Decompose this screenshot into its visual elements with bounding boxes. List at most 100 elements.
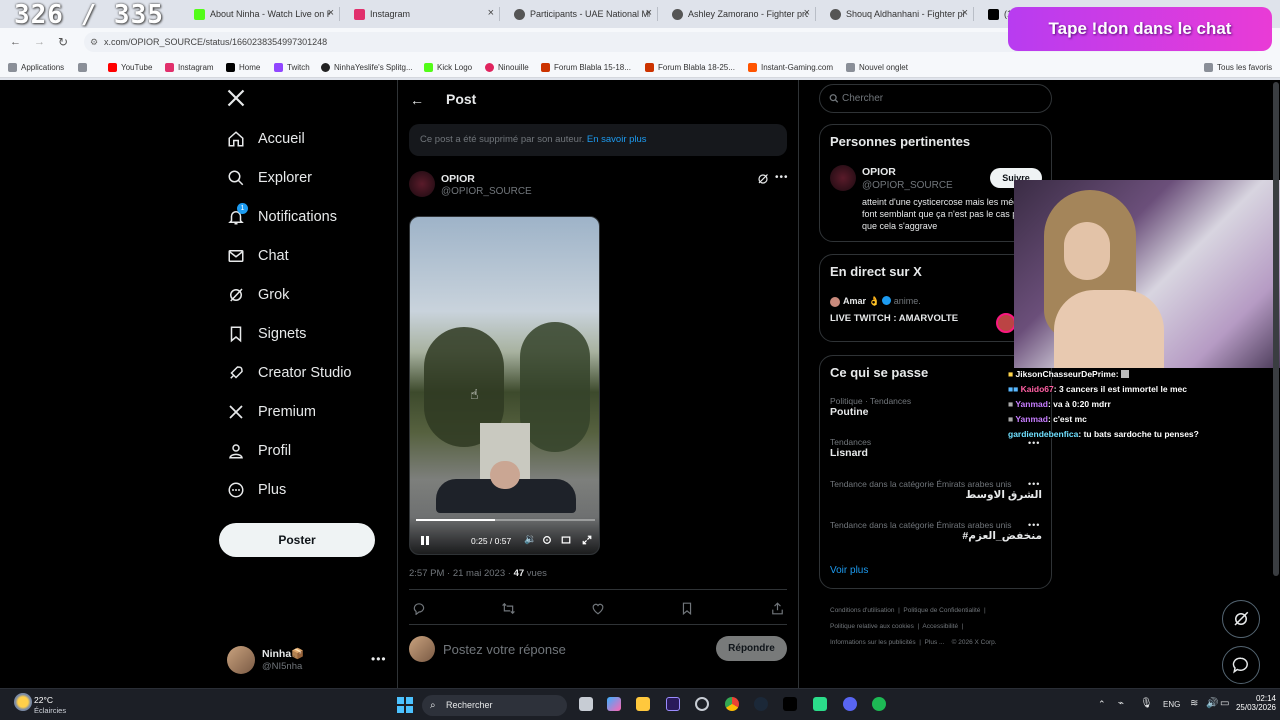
video-player[interactable]: 0:25 / 0:57 🔉: [409, 216, 600, 555]
browser-tab[interactable]: About Ninha - Watch Live on K ×: [180, 3, 340, 25]
tiktok-icon[interactable]: [783, 697, 797, 711]
microphone-icon[interactable]: 🎙: [1140, 698, 1153, 709]
all-bookmarks[interactable]: Tous les favoris: [1204, 61, 1272, 73]
bookmark-home[interactable]: Home: [226, 61, 260, 73]
like-icon[interactable]: [591, 602, 605, 615]
nav-premium[interactable]: Premium: [226, 397, 316, 427]
close-tab-icon[interactable]: ×: [328, 7, 334, 19]
pip-icon[interactable]: [561, 535, 571, 545]
reply-button[interactable]: Répondre: [716, 636, 787, 661]
author-avatar[interactable]: [830, 165, 856, 191]
post-more-icon[interactable]: •••: [775, 172, 789, 183]
bookmark-new-tab[interactable]: Nouvel onglet: [846, 61, 908, 73]
nav-chat[interactable]: Chat: [226, 241, 289, 271]
nav-bookmarks[interactable]: Signets: [226, 319, 306, 349]
browser-tab[interactable]: Participants - UAE National Mi ×: [500, 3, 658, 25]
x-logo-icon[interactable]: [226, 88, 246, 108]
nav-creator-studio[interactable]: Creator Studio: [226, 358, 352, 388]
grok-float-button[interactable]: [1222, 600, 1260, 638]
close-tab-icon[interactable]: ×: [962, 7, 968, 19]
back-arrow-icon[interactable]: ←: [410, 92, 424, 108]
bookmark-apps[interactable]: Applications: [8, 61, 64, 73]
browser-tab[interactable]: Ashley Zamorano - Fighter pro ×: [658, 3, 816, 25]
close-tab-icon[interactable]: ×: [804, 7, 810, 19]
premiere-icon[interactable]: [666, 697, 680, 711]
forward-icon[interactable]: →: [34, 36, 45, 48]
pause-icon[interactable]: [420, 535, 430, 546]
reload-icon[interactable]: ↻: [58, 35, 68, 49]
author-name[interactable]: OPIOR: [441, 173, 475, 185]
volume-icon[interactable]: 🔉: [524, 534, 536, 545]
search-input[interactable]: Chercher: [819, 84, 1052, 113]
relevant-name[interactable]: OPIOR: [862, 166, 896, 178]
video-progress-track[interactable]: [416, 519, 595, 521]
live-stream-title[interactable]: LIVE TWITCH : AMARVOLTE: [830, 313, 958, 324]
bookmark-twitch[interactable]: Twitch: [274, 61, 310, 73]
grok-icon[interactable]: [757, 173, 769, 185]
steam-icon[interactable]: [754, 697, 768, 711]
account-more-icon[interactable]: •••: [371, 652, 387, 666]
weather-icon[interactable]: [14, 693, 32, 711]
bookmark-forum-18-25[interactable]: Forum Blabla 18-25...: [645, 61, 735, 73]
avatar[interactable]: [227, 646, 255, 674]
show-more-link[interactable]: Voir plus: [830, 565, 868, 576]
messages-float-button[interactable]: [1222, 646, 1260, 684]
author-avatar[interactable]: [409, 171, 435, 197]
live-host[interactable]: Amar 👌 anime.: [843, 296, 921, 307]
trend-more-icon[interactable]: •••: [1028, 520, 1040, 530]
windows-start-icon[interactable]: [397, 697, 413, 713]
clock[interactable]: 02:14 25/03/2026: [1226, 694, 1276, 712]
wifi-icon[interactable]: ≋: [1190, 698, 1198, 709]
app-icon[interactable]: [813, 697, 827, 711]
trend-item[interactable]: Tendance dans la catégorie Émirats arabe…: [830, 479, 1042, 501]
bookmark-grid[interactable]: [78, 61, 91, 73]
nav-more[interactable]: Plus: [226, 475, 286, 505]
taskbar-search[interactable]: ⌕ Rechercher: [422, 695, 567, 716]
nav-notifications[interactable]: 1 Notifications: [226, 202, 337, 232]
spotify-icon[interactable]: [872, 697, 886, 711]
trend-more-icon[interactable]: •••: [1028, 479, 1040, 489]
browser-tab[interactable]: Instagram ×: [340, 3, 500, 25]
copilot-icon[interactable]: [607, 697, 621, 711]
bookmark-instagram[interactable]: Instagram: [165, 61, 214, 73]
obs-icon[interactable]: [695, 697, 709, 711]
weather-desc[interactable]: Éclaircies: [34, 706, 66, 715]
site-info-icon[interactable]: ⚙: [90, 32, 98, 52]
bookmark-ninouille[interactable]: Ninouille: [485, 61, 529, 73]
nav-explore[interactable]: Explorer: [226, 163, 312, 193]
fullscreen-icon[interactable]: [582, 535, 592, 545]
back-icon[interactable]: ←: [10, 36, 21, 48]
bookmark-kick[interactable]: Kick Logo: [424, 61, 472, 73]
footer-link[interactable]: Politique relative aux cookies: [830, 623, 914, 630]
trend-item[interactable]: Tendance dans la catégorie Émirats arabe…: [830, 520, 1042, 542]
browser-tab[interactable]: Shouq Aldhanhani - Fighter pr ×: [816, 3, 974, 25]
trend-item[interactable]: Tendances Lisnard: [830, 437, 1042, 459]
footer-link[interactable]: Informations sur les publicités: [830, 639, 916, 646]
file-explorer-icon[interactable]: [636, 697, 650, 711]
bookmark-youtube[interactable]: YouTube: [108, 61, 152, 73]
footer-link[interactable]: Conditions d'utilisation: [830, 607, 894, 614]
share-icon[interactable]: [771, 602, 784, 615]
bookmark-splitgate[interactable]: NinhaYeslife's Splitg...: [321, 61, 413, 73]
bookmark-instant-gaming[interactable]: Instant-Gaming.com: [748, 61, 833, 73]
settings-icon[interactable]: [542, 535, 552, 545]
trend-more-icon[interactable]: •••: [1028, 438, 1040, 448]
relevant-handle[interactable]: @OPIOR_SOURCE: [862, 180, 953, 191]
tray-overflow-icon[interactable]: ⌃: [1098, 699, 1106, 710]
nav-grok[interactable]: Grok: [226, 280, 289, 310]
network-icon[interactable]: ⌁: [1118, 698, 1124, 709]
author-handle[interactable]: @OPIOR_SOURCE: [441, 186, 532, 197]
language-indicator[interactable]: ENG: [1163, 700, 1180, 709]
reply-icon[interactable]: [412, 602, 426, 615]
bookmark-icon[interactable]: [681, 602, 693, 615]
discord-icon[interactable]: [843, 697, 857, 711]
task-view-icon[interactable]: [579, 697, 593, 711]
nav-home[interactable]: Accueil: [226, 124, 305, 154]
scrollbar-thumb[interactable]: [1273, 82, 1279, 576]
volume-icon[interactable]: 🔊: [1206, 698, 1218, 709]
bookmark-forum-15-18[interactable]: Forum Blabla 15-18...: [541, 61, 631, 73]
close-tab-icon[interactable]: ×: [646, 7, 652, 19]
footer-link[interactable]: Plus ...: [925, 639, 945, 646]
post-button[interactable]: Poster: [219, 523, 375, 557]
chrome-icon[interactable]: [725, 697, 739, 711]
